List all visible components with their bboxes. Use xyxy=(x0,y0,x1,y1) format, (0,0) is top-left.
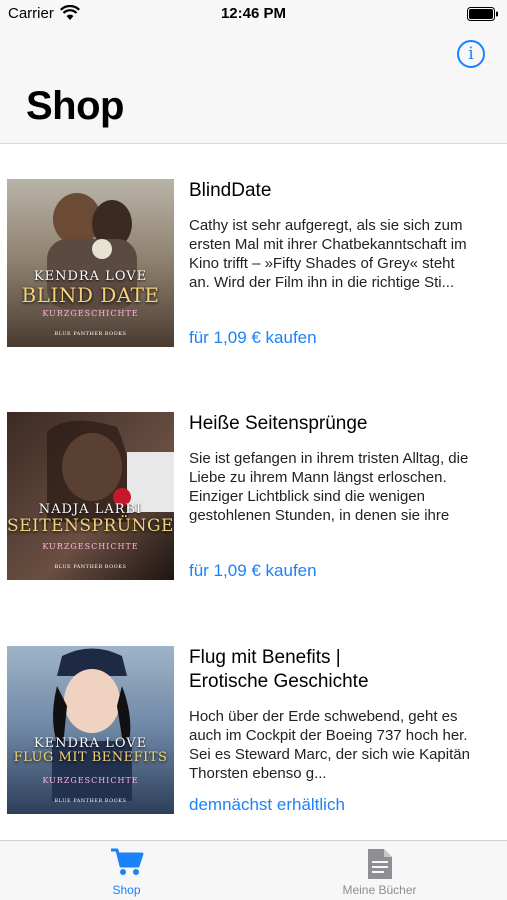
book-title: BlindDate xyxy=(189,180,272,201)
buy-button[interactable]: für 1,09 € kaufen xyxy=(189,561,317,581)
book-list-item[interactable]: KENDRA LOVE FLUG MIT BENEFITS KURZGESCHI… xyxy=(0,646,507,840)
cover-publisher: BLUE PANTHER BOOKS xyxy=(54,564,127,570)
cover-author: KENDRA LOVE xyxy=(33,269,148,284)
book-list-item[interactable]: NADJA LARBI SEITENSPRÜNGE KURZGESCHICHTE… xyxy=(0,412,507,612)
cart-icon xyxy=(110,848,143,875)
info-button[interactable]: i xyxy=(457,40,485,68)
book-cover-image: KENDRA LOVE BLIND DATE KURZGESCHICHTE BL… xyxy=(7,179,174,347)
tab-shop[interactable]: Shop xyxy=(0,841,253,900)
navigation-bar: i Shop xyxy=(0,28,507,144)
cover-title: FLUG MIT BENEFITS xyxy=(13,750,168,765)
tab-label: Meine Bücher xyxy=(342,883,417,897)
book-title: Heiße Seitensprünge xyxy=(189,413,368,434)
info-icon: i xyxy=(468,44,474,64)
page-title: Shop xyxy=(26,84,124,128)
cover-subtitle: KURZGESCHICHTE xyxy=(42,776,139,785)
book-description: Cathy ist sehr aufgeregt, als sie sich z… xyxy=(189,217,467,291)
book-list[interactable]: KENDRA LOVE BLIND DATE KURZGESCHICHTE BL… xyxy=(0,145,507,840)
cover-publisher: BLUE PANTHER BOOKS xyxy=(54,331,127,337)
status-bar: Carrier 12:46 PM xyxy=(0,0,507,28)
cover-publisher: BLUE PANTHER BOOKS xyxy=(54,798,127,804)
document-icon xyxy=(367,849,392,879)
tab-label: Shop xyxy=(112,883,141,897)
book-description: Sie ist gefangen in ihrem tristen Alltag… xyxy=(189,450,469,524)
buy-button[interactable]: für 1,09 € kaufen xyxy=(189,328,317,348)
book-cover-image: KENDRA LOVE FLUG MIT BENEFITS KURZGESCHI… xyxy=(7,646,174,814)
battery-icon xyxy=(467,7,498,21)
book-title: Flug mit Benefits | Erotische Geschichte xyxy=(189,647,369,692)
coming-soon-label[interactable]: demnächst erhältlich xyxy=(189,795,345,815)
cover-subtitle: KURZGESCHICHTE xyxy=(42,542,139,551)
cover-title: BLIND DATE xyxy=(21,283,160,307)
book-list-item[interactable]: KENDRA LOVE BLIND DATE KURZGESCHICHTE BL… xyxy=(0,179,507,379)
cover-author: KENDRA LOVE xyxy=(33,736,148,751)
tab-my-books[interactable]: Meine Bücher xyxy=(253,841,506,900)
cover-subtitle: KURZGESCHICHTE xyxy=(42,309,139,318)
cover-author: NADJA LARBI xyxy=(38,502,143,517)
clock-time: 12:46 PM xyxy=(220,5,287,22)
book-cover-image: NADJA LARBI SEITENSPRÜNGE KURZGESCHICHTE… xyxy=(7,412,174,580)
tab-bar: Shop Meine Bücher xyxy=(0,840,507,900)
cover-title: SEITENSPRÜNGE xyxy=(7,516,174,536)
book-description: Hoch über der Erde schwebend, geht es au… xyxy=(189,708,470,782)
